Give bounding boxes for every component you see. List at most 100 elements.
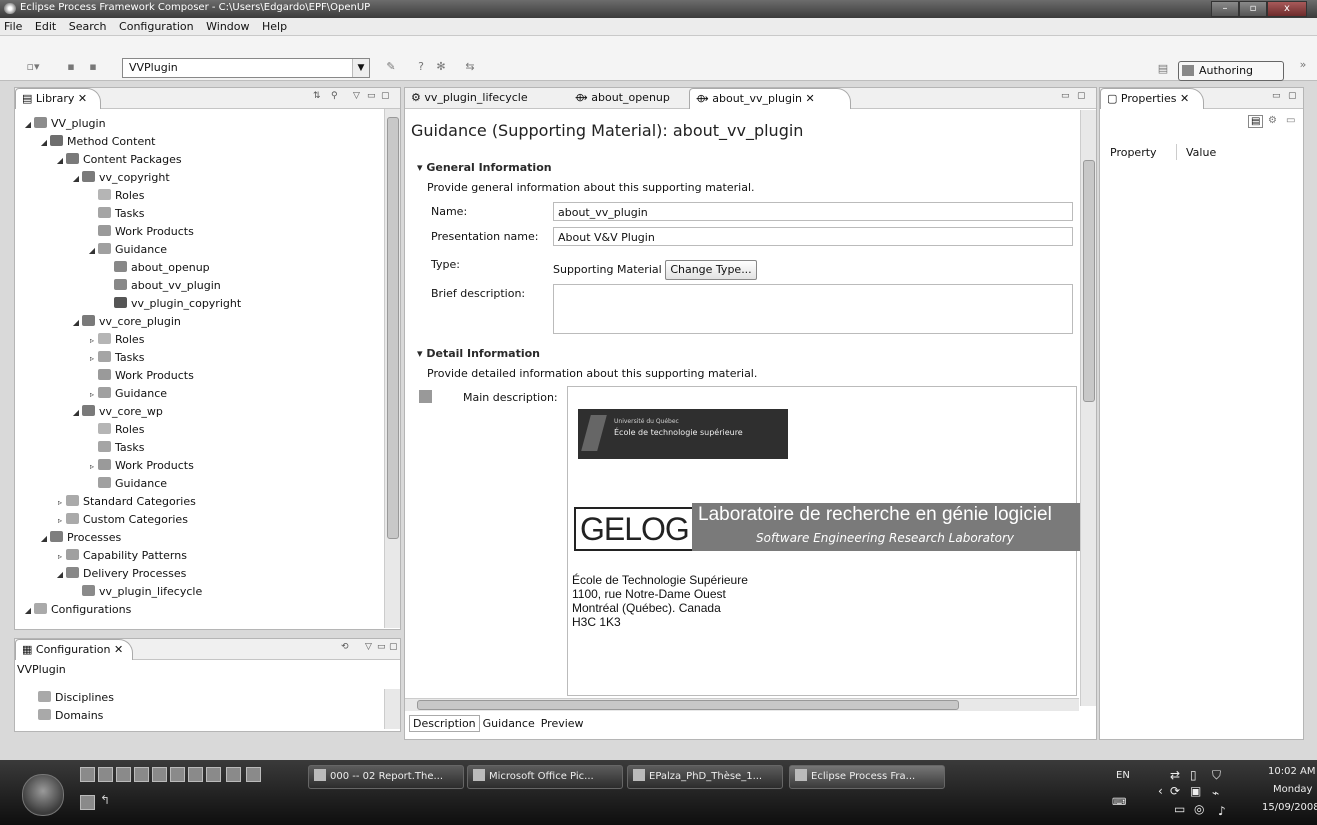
tree-item[interactable]: vv_plugin_lifecycle xyxy=(71,583,202,601)
menu-search[interactable]: Search xyxy=(65,18,112,33)
minimize-icon[interactable]: ▭ xyxy=(1272,91,1281,101)
menu-help[interactable]: Help xyxy=(258,18,292,33)
collapsed-arrow-icon[interactable]: ▹ xyxy=(55,512,65,530)
general-info-header[interactable]: ▾ General Information xyxy=(417,161,552,174)
maximize-icon[interactable]: ▢ xyxy=(381,91,390,101)
save-icon[interactable]: ▪ xyxy=(64,60,78,74)
tree-item[interactable]: Tasks xyxy=(87,439,144,457)
tree-item[interactable]: ◢ VV_plugin xyxy=(23,115,106,133)
tab-guidance[interactable]: Guidance xyxy=(480,716,538,731)
tree-item[interactable]: ◢ Content Packages xyxy=(55,151,182,169)
quicklaunch-icon[interactable] xyxy=(226,767,241,782)
tree-item[interactable]: Tasks xyxy=(87,205,144,223)
config-item-domains[interactable]: Domains xyxy=(37,707,103,725)
new-icon[interactable]: ▫▾ xyxy=(26,60,40,74)
tree-item[interactable]: ◢ Guidance xyxy=(87,241,167,259)
tree-item[interactable]: about_vv_plugin xyxy=(103,277,221,295)
network-icon[interactable]: ⇄ xyxy=(1170,768,1180,782)
close-icon[interactable]: ✕ xyxy=(806,92,815,105)
library-scrollbar[interactable] xyxy=(384,109,400,628)
language-indicator[interactable]: EN xyxy=(1116,770,1130,781)
tab-configuration[interactable]: ▦ Configuration ✕ xyxy=(15,639,133,660)
expanded-arrow-icon[interactable]: ◢ xyxy=(71,170,81,188)
sort-icon[interactable]: ⇅ xyxy=(313,91,321,101)
tab-library[interactable]: ▤ Library ✕ xyxy=(15,88,101,109)
detail-info-header[interactable]: ▾ Detail Information xyxy=(417,347,540,360)
view-menu-icon[interactable]: ▽ xyxy=(365,642,372,652)
help-icon[interactable]: ? xyxy=(414,60,428,74)
configuration-scrollbar[interactable] xyxy=(384,689,400,729)
tab-description[interactable]: Description xyxy=(409,715,480,732)
keyboard-icon[interactable]: ⌨ xyxy=(1112,797,1126,808)
close-icon[interactable]: ✕ xyxy=(78,92,87,105)
safely-remove-icon[interactable]: ◎ xyxy=(1194,802,1204,816)
tree-item[interactable]: ▹ Work Products xyxy=(87,457,194,475)
expanded-arrow-icon[interactable]: ◢ xyxy=(87,242,97,260)
quicklaunch-icon[interactable] xyxy=(80,767,95,782)
tree-item[interactable]: ▹ Capability Patterns xyxy=(55,547,187,565)
save-all-icon[interactable]: ▪ xyxy=(86,60,100,74)
tree-item[interactable]: ◢ Delivery Processes xyxy=(55,565,186,583)
brief-description-field[interactable] xyxy=(553,284,1073,334)
tree-item[interactable]: Guidance xyxy=(87,475,167,493)
menu-configuration[interactable]: Configuration xyxy=(115,18,199,33)
view-menu-icon[interactable]: ▽ xyxy=(353,91,360,101)
expanded-arrow-icon[interactable]: ◢ xyxy=(71,404,81,422)
quicklaunch-icon[interactable] xyxy=(246,767,261,782)
tree-item[interactable]: about_openup xyxy=(103,259,210,277)
restore-default-icon[interactable]: ▭ xyxy=(1286,115,1295,126)
tree-item[interactable]: ▹ Guidance xyxy=(87,385,167,403)
device-icon[interactable]: ▣ xyxy=(1190,784,1201,798)
gear-icon[interactable]: ✻ xyxy=(434,60,448,74)
config-item-disciplines[interactable]: Disciplines xyxy=(37,689,114,707)
battery-icon[interactable]: ▯ xyxy=(1190,768,1197,782)
quicklaunch-icon[interactable] xyxy=(188,767,203,782)
editor-scroll-thumb-h[interactable] xyxy=(417,700,959,710)
quicklaunch-icon[interactable] xyxy=(206,767,221,782)
maximize-button[interactable]: ▫ xyxy=(1239,1,1267,17)
change-type-button[interactable]: Change Type... xyxy=(665,260,757,280)
taskbar-button-eclipse[interactable]: Eclipse Process Fra... xyxy=(789,765,945,789)
power-icon[interactable]: ⌁ xyxy=(1212,786,1219,800)
expanded-arrow-icon[interactable]: ◢ xyxy=(39,530,49,548)
tree-item[interactable]: ▹ Standard Categories xyxy=(55,493,196,511)
quicklaunch-icon[interactable] xyxy=(98,767,113,782)
menu-window[interactable]: Window xyxy=(202,18,254,33)
taskbar-button-picture-manager[interactable]: Microsoft Office Pic... xyxy=(467,765,623,789)
menu-edit[interactable]: Edit xyxy=(31,18,61,33)
security-icon[interactable]: ⛉ xyxy=(1212,768,1221,783)
quicklaunch-icon[interactable] xyxy=(170,767,185,782)
collapsed-arrow-icon[interactable]: ▹ xyxy=(55,494,65,512)
link-icon[interactable]: ⇆ xyxy=(463,60,477,74)
tree-item[interactable]: Roles xyxy=(87,421,144,439)
tree-item[interactable]: ◢ Processes xyxy=(39,529,121,547)
maximize-icon[interactable]: ▢ xyxy=(1288,91,1297,101)
quicklaunch-icon[interactable] xyxy=(116,767,131,782)
tree-item[interactable]: ◢ vv_core_plugin xyxy=(71,313,181,331)
tree-item[interactable]: ▹ Custom Categories xyxy=(55,511,188,529)
tab-about-openup[interactable]: ⟴ about_openup xyxy=(569,88,676,108)
close-icon[interactable]: ✕ xyxy=(1180,92,1189,105)
tab-preview[interactable]: Preview xyxy=(538,716,587,731)
minimize-button[interactable]: – xyxy=(1211,1,1239,17)
volume-icon[interactable]: ♪ xyxy=(1218,804,1226,818)
clock-time[interactable]: 10:02 AM xyxy=(1268,766,1315,777)
categories-icon[interactable]: ▤ xyxy=(1248,115,1264,128)
plugin-select[interactable]: VVPlugin ▼ xyxy=(122,58,370,78)
tab-about-vv-plugin[interactable]: ⟴ about_vv_plugin ✕ xyxy=(689,88,851,109)
collapsed-arrow-icon[interactable]: ▹ xyxy=(87,350,97,368)
editor-scroll-thumb[interactable] xyxy=(1083,160,1095,402)
collapsed-arrow-icon[interactable]: ▹ xyxy=(87,458,97,476)
expanded-arrow-icon[interactable]: ◢ xyxy=(55,152,65,170)
expanded-arrow-icon[interactable]: ◢ xyxy=(23,602,33,620)
library-scroll-thumb[interactable] xyxy=(387,117,399,539)
main-description-field[interactable]: Université du Québec École de technologi… xyxy=(567,386,1080,696)
filter-icon[interactable]: ⚙ xyxy=(1268,115,1277,126)
more-perspectives-icon[interactable]: » xyxy=(1296,58,1310,72)
menu-file[interactable]: File xyxy=(0,18,27,33)
taskbar-button-thesis[interactable]: EPalza_PhD_Thèse_1... xyxy=(627,765,783,789)
tree-item[interactable]: ◢ Configurations xyxy=(23,601,131,619)
tree-item[interactable]: Work Products xyxy=(87,223,194,241)
maximize-icon[interactable]: ▢ xyxy=(389,642,398,652)
expanded-arrow-icon[interactable]: ◢ xyxy=(55,566,65,584)
